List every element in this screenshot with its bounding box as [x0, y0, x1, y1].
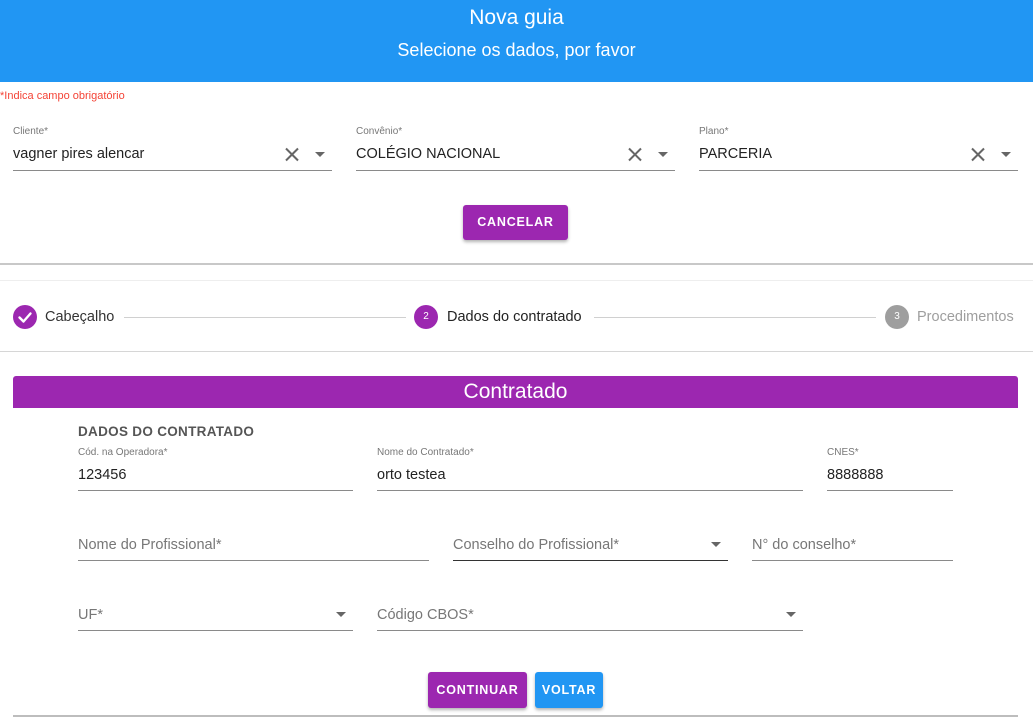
cliente-label: Cliente* — [13, 126, 49, 137]
contratado-card-bottom-border — [13, 715, 1018, 717]
clear-plano-icon[interactable] — [971, 147, 985, 161]
cnes-field[interactable]: CNES* 8888888 — [827, 447, 953, 491]
top-card-divider — [0, 263, 1033, 265]
step-dados-contratado-number[interactable]: 2 — [414, 305, 438, 329]
convenio-label: Convênio* — [356, 126, 403, 137]
cbos-dropdown-arrow-icon[interactable] — [786, 612, 796, 617]
page-subtitle: Selecione os dados, por favor — [397, 40, 636, 60]
nome-profissional-field[interactable]: Nome do Profissional* — [78, 530, 429, 561]
cod-operadora-value: 123456 — [78, 467, 127, 483]
nome-contratado-value: orto testea — [377, 467, 446, 483]
numero-conselho-field[interactable]: N° do conselho* — [752, 530, 953, 561]
step-dados-contratado-label[interactable]: Dados do contratado — [447, 309, 582, 325]
uf-select[interactable]: UF* — [78, 600, 353, 631]
conselho-profissional-select[interactable]: Conselho do Profissional* — [453, 530, 728, 561]
nome-contratado-label: Nome do Contratado* — [377, 447, 474, 458]
plano-select[interactable]: Plano* PARCERIA — [699, 126, 1018, 171]
contratado-section-header: Contratado — [13, 376, 1018, 408]
convenio-dropdown-arrow-icon[interactable] — [658, 152, 668, 157]
nome-contratado-field[interactable]: Nome do Contratado* orto testea — [377, 447, 803, 491]
step-procedimentos-label[interactable]: Procedimentos — [917, 309, 1014, 325]
plano-dropdown-arrow-icon[interactable] — [1001, 152, 1011, 157]
cliente-select[interactable]: Cliente* vagner pires alencar — [13, 126, 332, 171]
plano-value: PARCERIA — [699, 146, 773, 162]
plano-label: Plano* — [699, 126, 729, 137]
step-cabecalho-done-icon[interactable] — [13, 305, 37, 329]
cod-operadora-label: Cód. na Operadora* — [78, 447, 168, 458]
clear-cliente-icon[interactable] — [285, 147, 299, 161]
uf-placeholder: UF* — [78, 607, 103, 623]
cnes-value: 8888888 — [827, 467, 884, 483]
dados-contratado-heading: DADOS DO CONTRATADO — [78, 424, 255, 439]
cnes-label: CNES* — [827, 447, 859, 458]
convenio-select[interactable]: Convênio* COLÉGIO NACIONAL — [356, 126, 675, 171]
convenio-value: COLÉGIO NACIONAL — [356, 146, 501, 162]
stepper-divider — [0, 351, 1033, 352]
cliente-dropdown-arrow-icon[interactable] — [315, 152, 325, 157]
nome-profissional-placeholder: Nome do Profissional* — [78, 537, 222, 553]
codigo-cbos-select[interactable]: Código CBOS* — [377, 600, 803, 631]
step-procedimentos-number[interactable]: 3 — [885, 305, 909, 329]
continue-button[interactable]: CONTINUAR — [428, 672, 527, 708]
conselho-dropdown-arrow-icon[interactable] — [711, 542, 721, 547]
step-connector — [594, 317, 876, 318]
stepper: Cabeçalho 2 Dados do contratado 3 Proced… — [0, 280, 1033, 352]
numero-conselho-placeholder: N° do conselho* — [752, 537, 857, 553]
cancel-button[interactable]: CANCELAR — [463, 205, 568, 240]
page-header: Nova guia Selecione os dados, por favor — [0, 0, 1033, 82]
clear-convenio-icon[interactable] — [628, 147, 642, 161]
page-title: Nova guia — [469, 6, 564, 29]
codigo-cbos-placeholder: Código CBOS* — [377, 607, 474, 623]
cod-operadora-field[interactable]: Cód. na Operadora* 123456 — [78, 447, 353, 491]
step-cabecalho-label[interactable]: Cabeçalho — [45, 309, 114, 325]
uf-dropdown-arrow-icon[interactable] — [336, 612, 346, 617]
cliente-value: vagner pires alencar — [13, 146, 145, 162]
back-button[interactable]: VOLTAR — [535, 672, 603, 708]
required-field-note: *Indica campo obrigatório — [0, 90, 125, 102]
step-connector — [124, 317, 406, 318]
conselho-profissional-placeholder: Conselho do Profissional* — [453, 537, 620, 553]
